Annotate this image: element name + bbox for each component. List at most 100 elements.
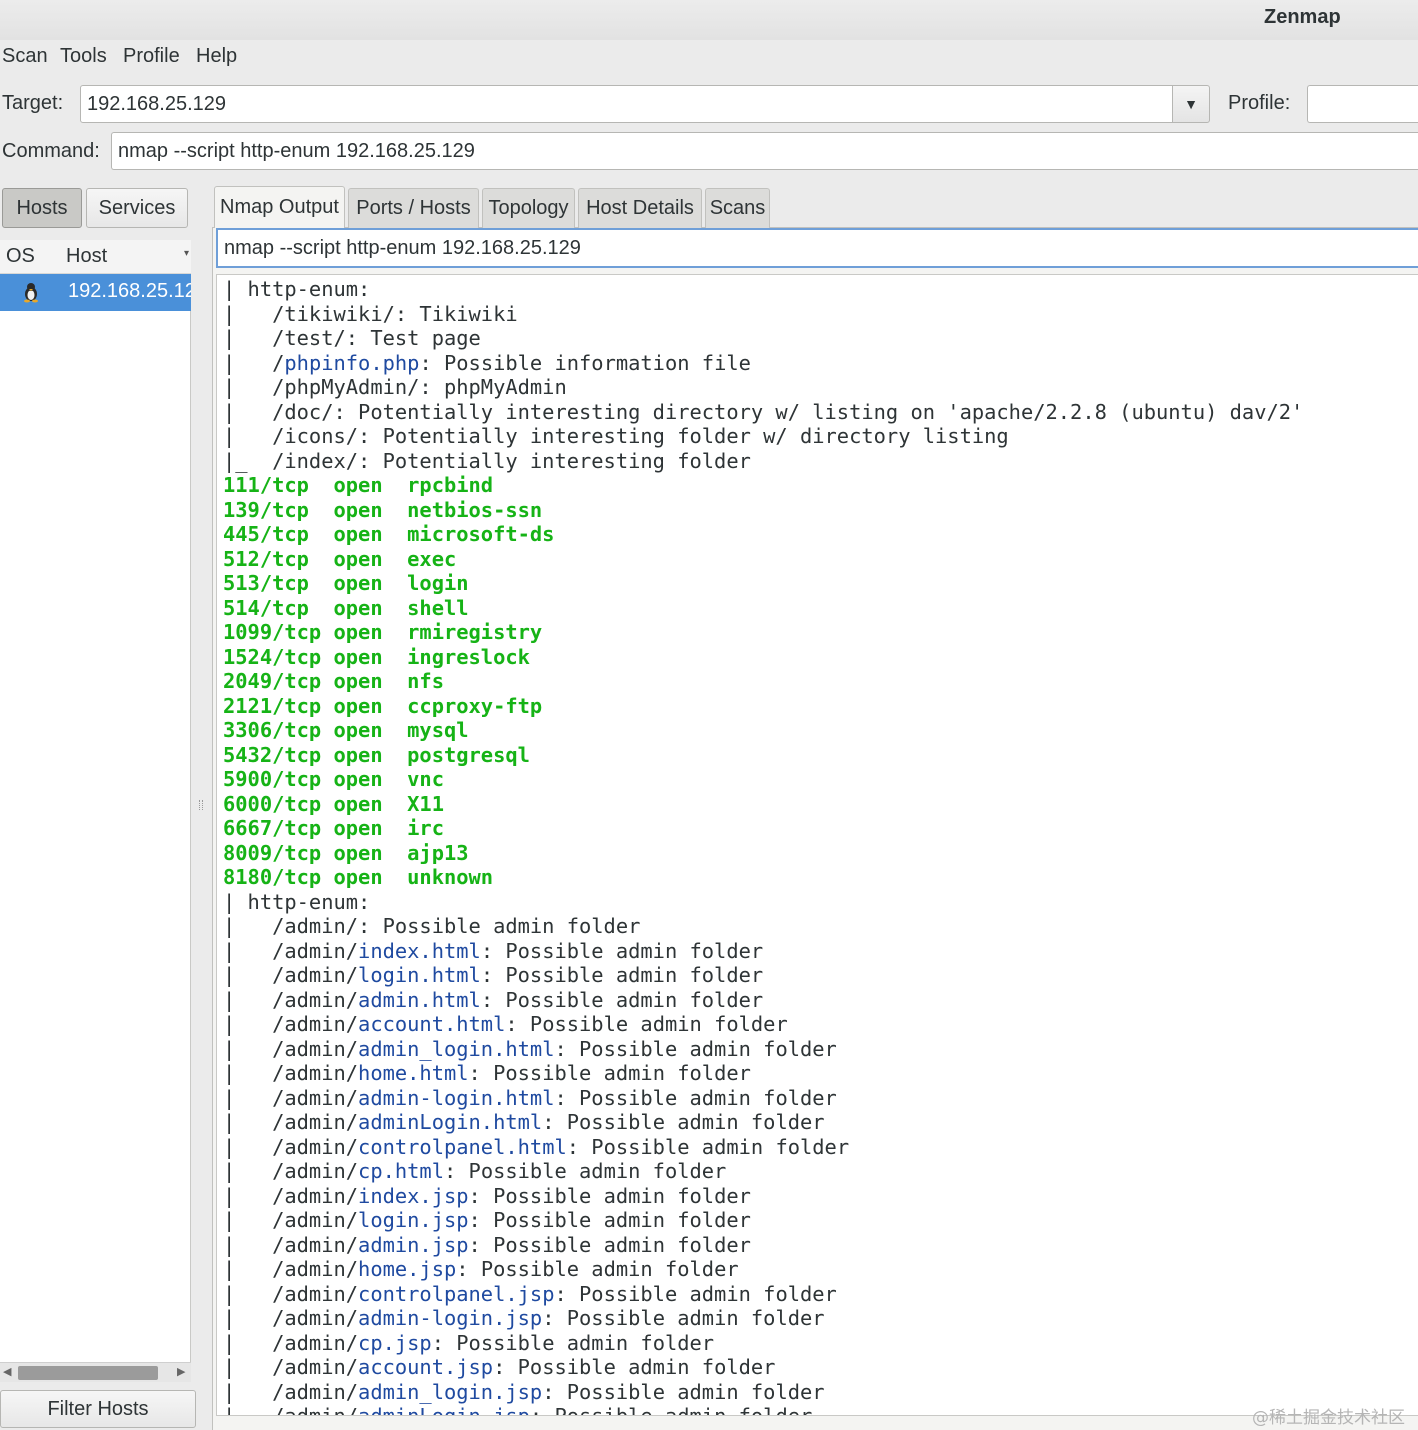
tab-scans[interactable]: Scans [705,188,770,228]
path-highlight: home.html [358,1061,469,1085]
path-highlight: admin-login.jsp [358,1306,543,1330]
output-line: | /admin/account.jsp: Possible admin fol… [223,1355,776,1379]
column-os[interactable]: OS [6,245,35,268]
open-port-line: 8009/tcp open ajp13 [223,840,469,865]
output-line: | /phpMyAdmin/: phpMyAdmin [223,375,567,399]
output-line: | /admin/cp.html: Possible admin folder [223,1159,727,1183]
path-highlight: login.jsp [358,1208,469,1232]
output-line: | /admin/cp.jsp: Possible admin folder [223,1330,715,1355]
open-port-line: 3306/tcp open mysql [223,718,469,742]
output-line: | /admin/login.jsp: Possible admin folde… [223,1208,751,1232]
output-line: | /admin/admin-login.html: Possible admi… [223,1085,837,1110]
output-line: | http-enum: [223,889,383,914]
output-line: | /admin/adminLogin.jsp: Possible admin … [223,1404,1418,1416]
open-port-line: 139/tcp open netbios-ssn [223,497,543,522]
menu-profile[interactable]: Profile [123,45,180,68]
profile-combo[interactable] [1307,85,1418,123]
open-port-line: 6667/tcp open irc [223,816,444,840]
output-line: | /admin/account.html: Possible admin fo… [223,1012,788,1036]
path-highlight: login.html [358,963,481,987]
path-highlight: controlpanel.html [358,1134,567,1159]
output-line: | /admin/home.html: Possible admin folde… [223,1061,751,1085]
output-line: | /icons/: Potentially interesting folde… [223,424,1009,448]
output-line: | /tikiwiki/: Tikiwiki [223,301,518,326]
scroll-right-icon[interactable]: ▶ [177,1365,185,1378]
tab-nmap-output[interactable]: Nmap Output [214,186,345,228]
tab-host-details[interactable]: Host Details [578,188,702,228]
scrollbar-thumb[interactable] [18,1366,158,1380]
output-line: | /admin/adminLogin.html: Possible admin… [223,1110,825,1134]
open-port-line: 1524/tcp open ingreslock [223,644,530,669]
menu-help[interactable]: Help [196,45,237,68]
output-line: | http-enum: [223,277,383,301]
open-port-line: 2049/tcp open nfs [223,669,444,693]
output-line: | /admin/admin.jsp: Possible admin folde… [223,1232,751,1257]
output-line: | /admin/controlpanel.jsp: Possible admi… [223,1281,837,1306]
column-host[interactable]: Host [66,245,107,268]
output-line: | /admin/: Possible admin folder [223,914,641,938]
path-highlight: admin.jsp [358,1232,469,1257]
scan-select-combo[interactable]: nmap --script http-enum 192.168.25.129 [216,228,1418,268]
output-line: | /admin/admin_login.html: Possible admi… [223,1036,837,1061]
output-line: | /admin/index.html: Possible admin fold… [223,938,764,963]
menu-tools[interactable]: Tools [60,45,107,68]
path-highlight: phpinfo.php [284,350,420,375]
output-line: | /admin/admin_login.jsp: Possible admin… [223,1379,825,1404]
command-value: nmap --script http-enum 192.168.25.129 [118,139,475,162]
output-line: | /admin/login.html: Possible admin fold… [223,963,764,987]
pane-resize-handle[interactable] [199,800,203,810]
path-highlight: admin_login.html [358,1036,555,1061]
open-port-line: 5432/tcp open postgresql [223,742,530,767]
scan-select-value: nmap --script http-enum 192.168.25.129 [224,236,581,259]
open-port-line: 111/tcp open rpcbind [223,473,494,497]
sort-arrow-icon: ▾ [184,248,190,259]
command-input[interactable]: nmap --script http-enum 192.168.25.129 [111,132,1418,170]
title-bar: Zenmap [0,0,1418,40]
watermark: @稀土掘金技术社区 [1252,1408,1405,1428]
path-highlight: index.html [358,938,481,963]
host-list-scrollbar[interactable]: ◀ ▶ [0,1362,191,1382]
open-port-line: 8180/tcp open unknown [223,865,494,889]
path-highlight: home.jsp [358,1257,457,1281]
command-label: Command: [2,140,100,162]
target-value: 192.168.25.129 [87,92,227,115]
path-highlight: index.jsp [358,1183,469,1208]
open-port-line: 6000/tcp open X11 [223,791,444,816]
path-highlight: account.jsp [358,1355,494,1379]
path-highlight: admin.html [358,987,481,1012]
tab-topology[interactable]: Topology [482,188,575,228]
host-row[interactable]: 192.168.25.129 [0,274,191,311]
triangle-down-icon: ▼ [1184,96,1198,112]
services-button[interactable]: Services [86,188,188,228]
path-highlight: controlpanel.jsp [358,1281,555,1306]
nmap-output-text[interactable]: | http-enum: | /tikiwiki/: Tikiwiki | /te… [216,274,1418,1416]
path-highlight: admin_login.jsp [358,1379,543,1404]
path-highlight: account.html [358,1012,506,1036]
path-highlight: admin-login.html [358,1085,555,1110]
output-line: | /admin/admin.html: Possible admin fold… [223,987,764,1012]
scroll-left-icon[interactable]: ◀ [3,1365,11,1378]
target-dropdown-button[interactable]: ▼ [1172,85,1210,123]
menu-scan[interactable]: Scan [2,45,48,68]
tab-ports-hosts[interactable]: Ports / Hosts [348,188,479,228]
path-highlight: adminLogin.html [358,1110,543,1134]
output-line: | /admin/controlpanel.html: Possible adm… [223,1134,850,1159]
output-line: | /doc/: Potentially interesting directo… [223,399,1304,424]
open-port-line: 1099/tcp open rmiregistry [223,620,543,644]
open-port-line: 512/tcp open exec [223,546,457,571]
open-port-line: 2121/tcp open ccproxy-ftp [223,693,543,718]
target-input[interactable]: 192.168.25.129 [80,85,1173,123]
open-port-line: 513/tcp open login [223,571,469,595]
open-port-line: 5900/tcp open vnc [223,767,444,791]
output-line: | /admin/admin-login.jsp: Possible admin… [223,1306,825,1330]
output-line: | /test/: Test page [223,326,481,350]
linux-penguin-icon [24,283,38,303]
filter-hosts-button[interactable]: Filter Hosts [0,1390,196,1428]
hosts-button[interactable]: Hosts [2,188,82,228]
open-port-line: 514/tcp open shell [223,595,469,620]
target-label: Target: [2,92,64,114]
host-list-header: OS Host ▾ [0,240,191,274]
host-ip: 192.168.25.129 [68,280,191,302]
path-highlight: adminLogin.jsp [358,1404,530,1416]
path-highlight: cp.jsp [358,1330,432,1355]
